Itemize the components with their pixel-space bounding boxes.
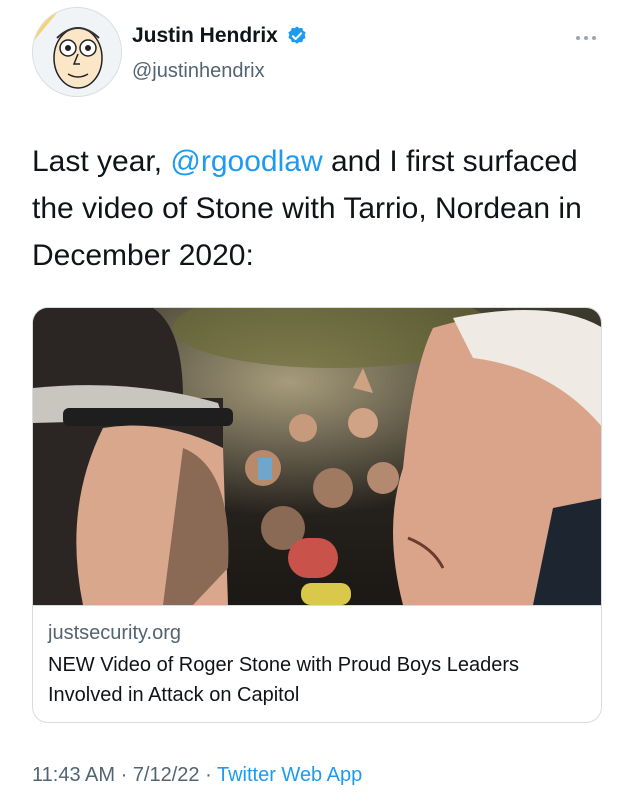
card-domain: justsecurity.org — [48, 622, 182, 644]
mention-link[interactable]: @rgoodlaw — [170, 145, 322, 178]
author-display-name[interactable]: Justin Hendrix — [132, 24, 278, 48]
tweet-source[interactable]: Twitter Web App — [217, 764, 362, 786]
avatar-illustration — [33, 8, 121, 96]
card-title[interactable]: NEW Video of Roger Stone with Proud Boys… — [48, 650, 588, 710]
tweet-text: Last year, @rgoodlaw and I first surface… — [32, 138, 612, 279]
tweet-meta: 11:43 AM · 7/12/22 · Twitter Web App — [32, 764, 362, 787]
dot — [584, 36, 588, 40]
meta-separator: · — [115, 764, 133, 786]
tweet-time[interactable]: 11:43 AM — [32, 764, 115, 786]
dot — [592, 36, 596, 40]
avatar[interactable] — [32, 7, 122, 97]
verified-badge-icon — [288, 26, 306, 44]
tweet-date[interactable]: 7/12/22 — [133, 764, 200, 786]
more-options-icon[interactable] — [566, 26, 606, 50]
author-name-row: Justin Hendrix — [132, 24, 308, 48]
author-handle[interactable]: @justinhendrix — [132, 60, 265, 83]
card-image[interactable] — [33, 308, 602, 605]
card-body[interactable]: justsecurity.org NEW Video of Roger Ston… — [33, 605, 601, 722]
dot — [576, 36, 580, 40]
meta-separator: · — [199, 764, 217, 786]
tweet-text-before: Last year, — [32, 145, 171, 178]
link-card[interactable]: justsecurity.org NEW Video of Roger Ston… — [32, 307, 602, 723]
